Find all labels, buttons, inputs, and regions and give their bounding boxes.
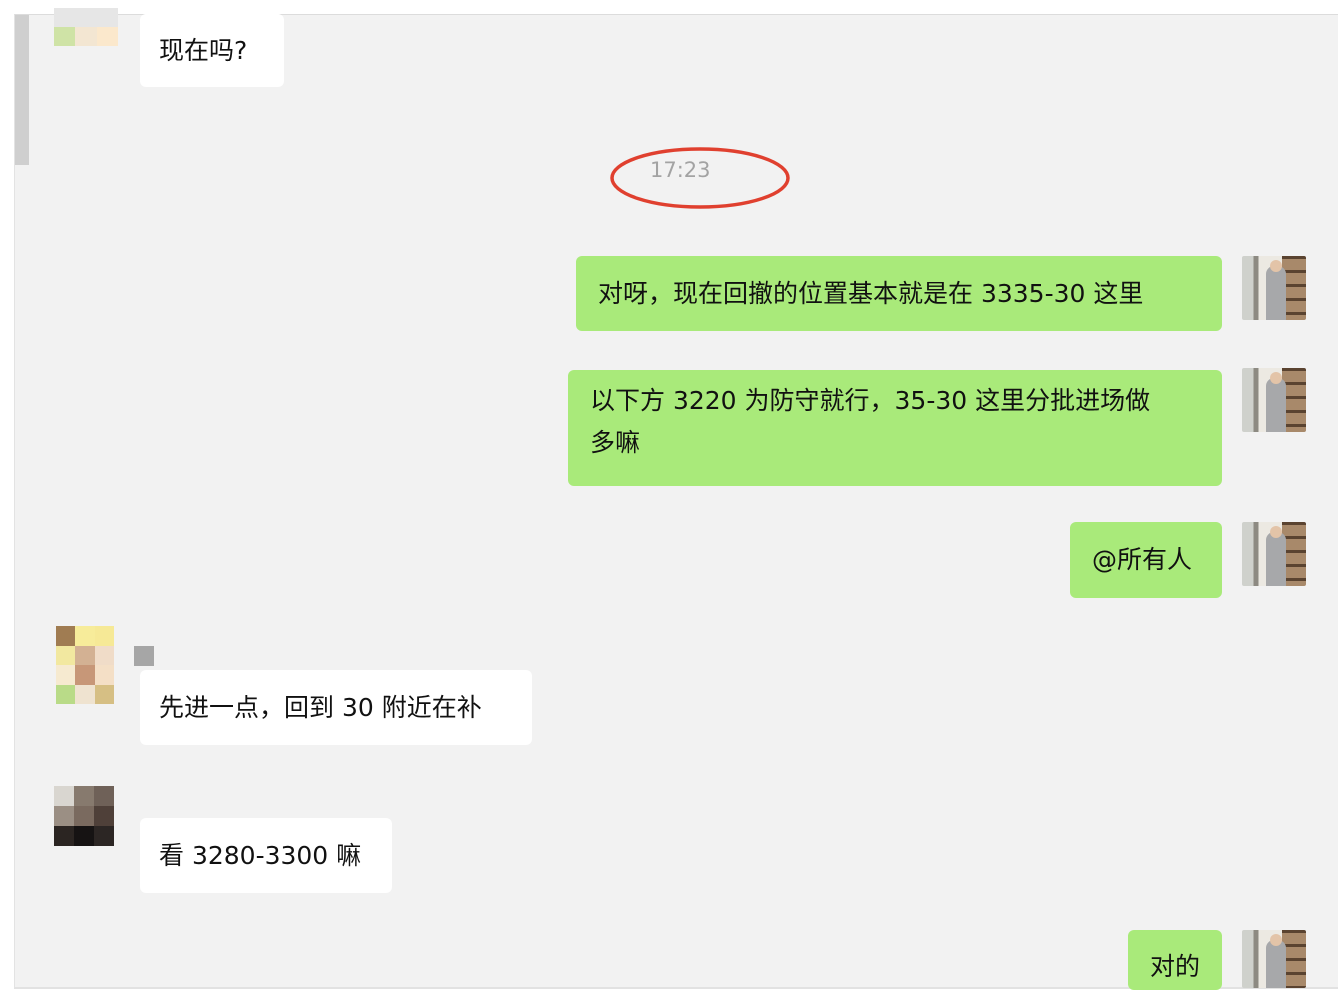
avatar-self[interactable]	[1242, 930, 1306, 988]
message-bubble-outgoing[interactable]: 对呀，现在回撤的位置基本就是在 3335-30 这里	[576, 256, 1222, 331]
sender-name-pixelated	[134, 646, 154, 666]
message-bubble-outgoing[interactable]: 对的	[1128, 930, 1222, 990]
message-bubble-incoming[interactable]: 现在吗?	[140, 14, 284, 87]
message-bubble-incoming[interactable]: 先进一点，回到 30 附近在补	[140, 670, 532, 745]
contact-avatar-3[interactable]	[54, 786, 114, 846]
avatar-self[interactable]	[1242, 522, 1306, 586]
message-bubble-outgoing[interactable]: @所有人	[1070, 522, 1222, 598]
contact-avatar-2[interactable]	[56, 626, 114, 704]
message-bubble-outgoing[interactable]: 以下方 3220 为防守就行，35-30 这里分批进场做 多嘛	[568, 370, 1222, 486]
message-text-line: 以下方 3220 为防守就行，35-30 这里分批进场做	[590, 386, 1151, 415]
contact-avatar-1[interactable]	[54, 8, 118, 46]
message-text: 对的	[1150, 952, 1201, 981]
message-text: 现在吗?	[159, 35, 248, 65]
message-text-block: 以下方 3220 为防守就行，35-30 这里分批进场做 多嘛	[590, 380, 1150, 464]
message-bubble-incoming[interactable]: 看 3280-3300 嘛	[140, 818, 392, 893]
scrollbar[interactable]	[15, 15, 29, 165]
message-text: 先进一点，回到 30 附近在补	[159, 692, 482, 722]
message-text-line: 多嘛	[590, 428, 641, 457]
message-text: 看 3280-3300 嘛	[159, 840, 362, 870]
annotation-circle	[610, 147, 790, 209]
avatar-self[interactable]	[1242, 256, 1306, 320]
avatar-self[interactable]	[1242, 368, 1306, 432]
message-text: @所有人	[1092, 545, 1193, 574]
message-text: 对呀，现在回撤的位置基本就是在 3335-30 这里	[598, 278, 1144, 308]
